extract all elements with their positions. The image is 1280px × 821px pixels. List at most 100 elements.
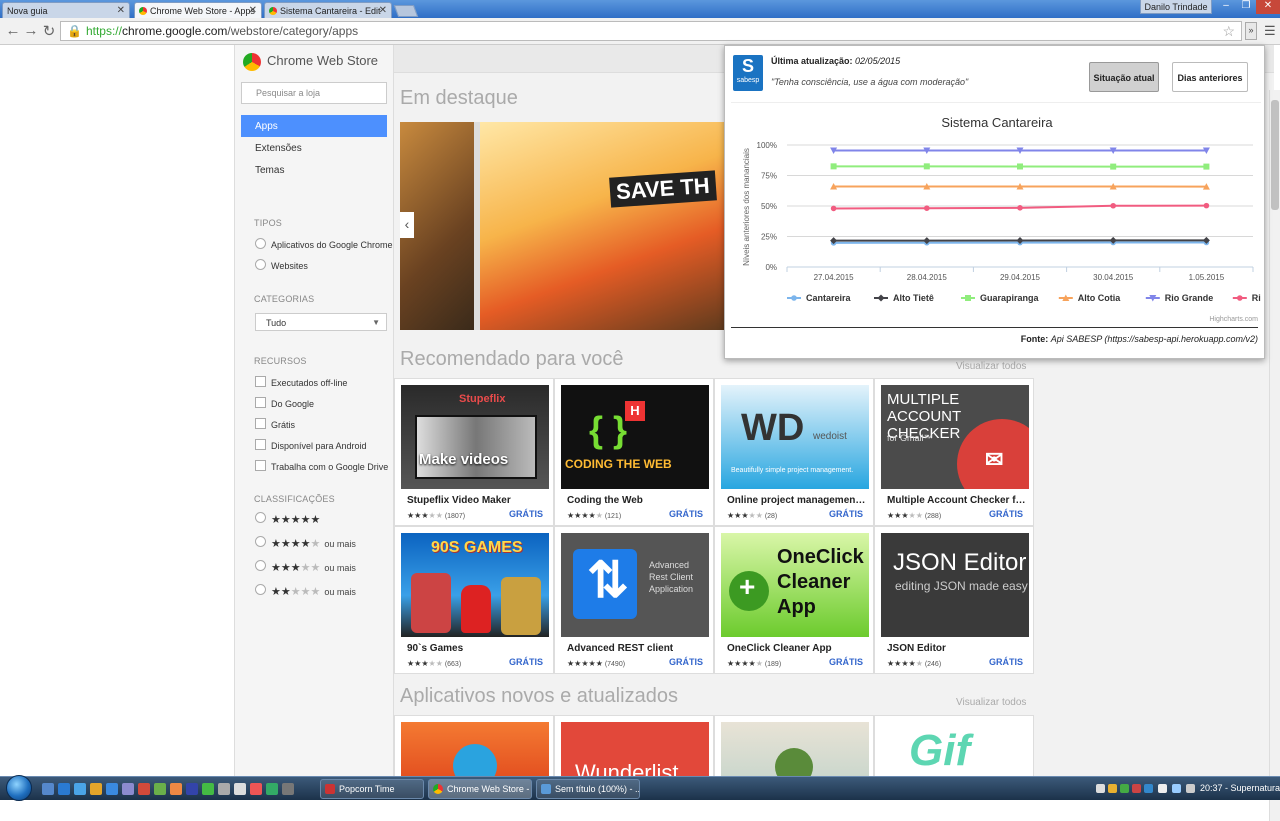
tray-icon[interactable] [1186, 784, 1195, 793]
data-point[interactable] [1237, 295, 1243, 301]
maximize-icon[interactable]: ❐ [1236, 0, 1256, 14]
data-point[interactable] [791, 295, 797, 301]
quicklaunch-icon[interactable] [234, 783, 246, 795]
tab-nova-guia[interactable]: Nova guia ✕ [2, 2, 130, 18]
app-card[interactable]: ⇅ Advanced Rest Client Application Advan… [554, 526, 714, 674]
tray-icon[interactable] [1108, 784, 1117, 793]
close-tab-icon[interactable]: ✕ [249, 5, 257, 16]
quicklaunch-icon[interactable] [154, 783, 166, 795]
data-point[interactable] [1204, 203, 1210, 209]
legend-item[interactable]: Rio Grande [1146, 293, 1214, 303]
carousel-prev-arrow-icon[interactable]: ‹ [400, 212, 414, 238]
quicklaunch-icon[interactable] [58, 783, 70, 795]
featured-banner-2[interactable]: SAVE TH [480, 122, 730, 330]
rating-3-stars[interactable]: ★★★★★ou mais [255, 560, 356, 574]
legend-item[interactable]: Rio Claro [1233, 293, 1261, 303]
nav-apps[interactable]: Apps [241, 115, 387, 137]
quicklaunch-icon[interactable] [90, 783, 102, 795]
tab-chrome-web-store[interactable]: Chrome Web Store - Apps ✕ [134, 2, 262, 18]
check-by-google[interactable]: Do Google [255, 397, 314, 409]
minimize-icon[interactable]: – [1216, 0, 1236, 14]
category-select[interactable]: Tudo▼ [255, 313, 387, 331]
data-point[interactable] [1203, 164, 1209, 170]
legend-item[interactable]: Guarapiranga [961, 293, 1040, 303]
data-point[interactable] [878, 295, 885, 302]
app-card[interactable]: H { } CODING THE WEB Coding the Web ★★★★… [554, 378, 714, 526]
check-free[interactable]: Grátis [255, 418, 295, 430]
tray-icon[interactable] [1096, 784, 1105, 793]
bookmark-star-icon[interactable]: ☆ [1222, 23, 1235, 40]
legend-item[interactable]: Cantareira [787, 293, 852, 303]
profile-button[interactable]: Danilo Trindade [1140, 0, 1212, 14]
quicklaunch-icon[interactable] [170, 783, 182, 795]
close-tab-icon[interactable]: ✕ [117, 5, 125, 16]
check-android[interactable]: Disponível para Android [255, 439, 367, 451]
rating-2-stars[interactable]: ★★★★★ou mais [255, 584, 356, 598]
store-search-input[interactable]: Pesquisar a loja [241, 82, 387, 104]
tray-icon[interactable] [1132, 784, 1141, 793]
volume-icon[interactable] [1158, 784, 1167, 793]
forward-arrow-icon[interactable]: → [22, 22, 40, 39]
previous-days-button[interactable]: Dias anteriores [1172, 62, 1248, 92]
page-scrollbar[interactable] [1269, 90, 1280, 821]
app-card[interactable]: JSON Editor editing JSON made easy JSON … [874, 526, 1034, 674]
tray-icon[interactable] [1120, 784, 1129, 793]
extensions-overflow-button[interactable]: » [1245, 22, 1257, 40]
taskbar-paint[interactable]: Sem título (100%) - ... [536, 779, 640, 799]
chart-credit[interactable]: Highcharts.com [1209, 316, 1258, 323]
quicklaunch-icon[interactable] [266, 783, 278, 795]
legend-item[interactable]: Alto Cotia [1059, 293, 1121, 303]
data-point[interactable] [1110, 203, 1116, 209]
new-tab-button[interactable] [394, 5, 418, 17]
data-point[interactable] [1017, 163, 1023, 169]
data-point[interactable] [831, 163, 837, 169]
data-point[interactable] [831, 206, 837, 212]
show-desktop-icon[interactable] [42, 783, 54, 795]
windows-start-icon[interactable] [6, 775, 32, 801]
radio-websites[interactable]: Websites [255, 259, 308, 271]
view-all-new-link[interactable]: Visualizar todos [956, 697, 1026, 708]
quicklaunch-icon[interactable] [250, 783, 262, 795]
quicklaunch-icon[interactable] [282, 783, 294, 795]
nav-extensions[interactable]: Extensões [241, 137, 387, 159]
data-point[interactable] [965, 295, 971, 301]
scrollbar-thumb[interactable] [1271, 100, 1279, 210]
check-google-drive[interactable]: Trabalha com o Google Drive [255, 460, 388, 472]
chrome-menu-icon[interactable]: ☰ [1264, 23, 1276, 39]
quicklaunch-icon[interactable] [202, 783, 214, 795]
data-point[interactable] [1110, 164, 1116, 170]
close-tab-icon[interactable]: ✕ [379, 5, 387, 16]
reload-icon[interactable]: ↻ [40, 22, 58, 40]
tab-sistema-cantareira[interactable]: Sistema Cantareira - Edit ✕ [264, 2, 392, 18]
address-bar[interactable]: 🔒https://chrome.google.com/webstore/cate… [60, 21, 1242, 41]
close-window-icon[interactable]: ✕ [1256, 0, 1280, 14]
app-card[interactable]: MULTIPLE ACCOUNT CHECKER for Gmail™ ✉ Mu… [874, 378, 1034, 526]
data-point[interactable] [924, 163, 930, 169]
app-card[interactable]: 90S GAMES 90`s Games ★★★★★ (663) GRÁTIS [394, 526, 554, 674]
data-point[interactable] [924, 205, 930, 211]
back-arrow-icon[interactable]: ← [4, 22, 22, 39]
view-all-recommended-link[interactable]: Visualizar todos [956, 361, 1026, 372]
store-title[interactable]: Chrome Web Store [267, 53, 378, 68]
taskbar-chrome[interactable]: Chrome Web Store - ... [428, 779, 532, 799]
quicklaunch-icon[interactable] [186, 783, 198, 795]
tray-icon[interactable] [1144, 784, 1153, 793]
app-card[interactable]: WD wedoist Beautifully simple project ma… [714, 378, 874, 526]
network-icon[interactable] [1172, 784, 1181, 793]
quicklaunch-icon[interactable] [106, 783, 118, 795]
app-card[interactable]: + OneClick Cleaner App OneClick Cleaner … [714, 526, 874, 674]
nav-themes[interactable]: Temas [241, 159, 387, 181]
current-status-button[interactable]: Situação atual [1089, 62, 1159, 92]
quicklaunch-icon[interactable] [138, 783, 150, 795]
rating-4-stars[interactable]: ★★★★★ou mais [255, 536, 356, 550]
quicklaunch-icon[interactable] [122, 783, 134, 795]
app-card[interactable]: Stupeflix Make videos Stupeflix Video Ma… [394, 378, 554, 526]
taskbar-clock[interactable]: 20:37 - Supernatural [1200, 783, 1280, 793]
legend-item[interactable]: Alto Tietê [874, 293, 934, 303]
check-offline[interactable]: Executados off-line [255, 376, 347, 388]
rating-5-stars[interactable]: ★★★★★ [255, 512, 320, 526]
quicklaunch-icon[interactable] [218, 783, 230, 795]
data-point[interactable] [1017, 205, 1023, 211]
radio-chrome-apps[interactable]: Aplicativos do Google Chrome [255, 238, 393, 250]
quicklaunch-icon[interactable] [74, 783, 86, 795]
